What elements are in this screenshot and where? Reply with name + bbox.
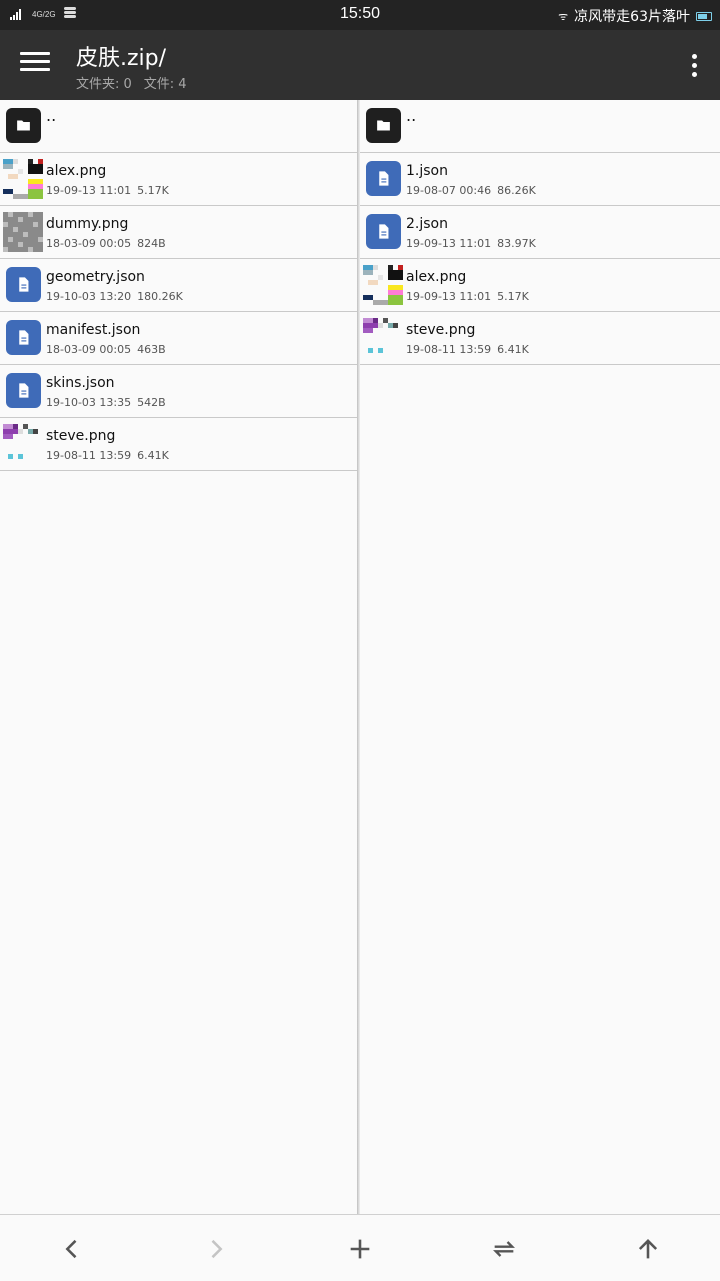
- file-date: 19-09-13 11:01: [406, 290, 492, 303]
- wifi-icon: ᯤ: [558, 9, 569, 23]
- file-size: 5.17K: [497, 290, 529, 303]
- file-date: 19-09-13 11:01: [46, 184, 132, 197]
- file-meta: 19-09-13 11:01 83.97K: [406, 237, 536, 250]
- file-size: 463B: [137, 343, 166, 356]
- parent-dir-row[interactable]: ..: [360, 100, 720, 153]
- hamburger-menu-icon[interactable]: [20, 52, 50, 78]
- file-row[interactable]: steve.png 19-08-11 13:59 6.41K: [360, 312, 720, 365]
- document-icon: [6, 320, 41, 355]
- parent-dir-label: ..: [46, 106, 57, 125]
- battery-icon: [696, 11, 712, 21]
- document-icon: [6, 267, 41, 302]
- file-size: 6.41K: [137, 449, 169, 462]
- file-meta: 19-10-03 13:20 180.26K: [46, 290, 183, 303]
- bottom-nav-bar: [0, 1214, 720, 1281]
- image-thumbnail-icon: [3, 212, 43, 252]
- file-date: 19-08-11 13:59: [406, 343, 492, 356]
- file-meta: 19-10-03 13:35 542B: [46, 396, 166, 409]
- image-thumbnail-icon: [3, 159, 43, 199]
- app-toolbar: 皮肤.zip/ 文件夹: 0 文件: 4: [0, 30, 720, 100]
- folder-icon: [366, 108, 401, 143]
- status-notification-text: 凉风带走63片落叶: [574, 9, 690, 25]
- file-row[interactable]: 2.json 19-09-13 11:01 83.97K: [360, 206, 720, 259]
- more-vert-icon[interactable]: [690, 54, 698, 78]
- file-name: alex.png: [406, 269, 467, 285]
- file-size: 5.17K: [137, 184, 169, 197]
- file-size: 6.41K: [497, 343, 529, 356]
- file-row[interactable]: steve.png 19-08-11 13:59 6.41K: [0, 418, 357, 471]
- folder-summary: 文件夹: 0 文件: 4: [76, 73, 199, 92]
- image-thumbnail-icon: [363, 318, 403, 358]
- file-size: 83.97K: [497, 237, 536, 250]
- image-thumbnail-icon: [363, 265, 403, 305]
- file-name: alex.png: [46, 163, 107, 179]
- file-name: 1.json: [406, 163, 448, 179]
- file-name: steve.png: [46, 428, 116, 444]
- file-size: 824B: [137, 237, 166, 250]
- file-date: 19-09-13 11:01: [406, 237, 492, 250]
- file-meta: 19-08-11 13:59 6.41K: [46, 449, 169, 462]
- file-row[interactable]: alex.png 19-09-13 11:01 5.17K: [360, 259, 720, 312]
- parent-dir-label: ..: [406, 106, 417, 125]
- file-name: 2.json: [406, 216, 448, 232]
- file-name: dummy.png: [46, 216, 129, 232]
- file-row[interactable]: geometry.json 19-10-03 13:20 180.26K: [0, 259, 357, 312]
- document-icon: [6, 373, 41, 408]
- chevron-left-icon[interactable]: [58, 1235, 86, 1263]
- file-date: 19-08-07 00:46: [406, 184, 492, 197]
- file-count: 文件: 4: [143, 77, 187, 92]
- chevron-right-icon: [202, 1235, 230, 1263]
- file-size: 86.26K: [497, 184, 536, 197]
- file-row[interactable]: 1.json 19-08-07 00:46 86.26K: [360, 153, 720, 206]
- file-row[interactable]: alex.png 19-09-13 11:01 5.17K: [0, 153, 357, 206]
- file-meta: 19-08-07 00:46 86.26K: [406, 184, 536, 197]
- arrow-up-icon[interactable]: [634, 1235, 662, 1263]
- file-meta: 19-09-13 11:01 5.17K: [406, 290, 529, 303]
- file-name: manifest.json: [46, 322, 141, 338]
- file-date: 18-03-09 00:05: [46, 343, 132, 356]
- document-icon: [366, 161, 401, 196]
- file-row[interactable]: dummy.png 18-03-09 00:05 824B: [0, 206, 357, 259]
- plus-icon[interactable]: [346, 1235, 374, 1263]
- page-title: 皮肤.zip/: [76, 46, 167, 71]
- file-meta: 19-09-13 11:01 5.17K: [46, 184, 169, 197]
- file-meta: 18-03-09 00:05 824B: [46, 237, 166, 250]
- file-size: 542B: [137, 396, 166, 409]
- document-icon: [366, 214, 401, 249]
- file-name: geometry.json: [46, 269, 145, 285]
- swap-icon[interactable]: [490, 1235, 518, 1263]
- status-bar: 4G/2G 15:50 ᯤ 凉风带走63片落叶: [0, 0, 720, 30]
- image-thumbnail-icon: [3, 424, 43, 464]
- status-right: ᯤ 凉风带走63片落叶: [558, 6, 712, 26]
- file-size: 180.26K: [137, 290, 183, 303]
- file-name: skins.json: [46, 375, 115, 391]
- file-name: steve.png: [406, 322, 476, 338]
- file-date: 19-10-03 13:35: [46, 396, 132, 409]
- folder-count: 文件夹: 0: [76, 77, 132, 92]
- right-file-pane[interactable]: .. 1.json 19-08-07 00:46 86.26K 2.json 19…: [360, 100, 720, 1214]
- folder-icon: [6, 108, 41, 143]
- file-row[interactable]: skins.json 19-10-03 13:35 542B: [0, 365, 357, 418]
- parent-dir-row[interactable]: ..: [0, 100, 357, 153]
- file-date: 18-03-09 00:05: [46, 237, 132, 250]
- file-meta: 18-03-09 00:05 463B: [46, 343, 166, 356]
- file-date: 19-10-03 13:20: [46, 290, 132, 303]
- file-meta: 19-08-11 13:59 6.41K: [406, 343, 529, 356]
- file-date: 19-08-11 13:59: [46, 449, 132, 462]
- left-file-pane[interactable]: .. alex.png 19-09-13 11:01 5.17K dummy.p…: [0, 100, 357, 1214]
- file-row[interactable]: manifest.json 18-03-09 00:05 463B: [0, 312, 357, 365]
